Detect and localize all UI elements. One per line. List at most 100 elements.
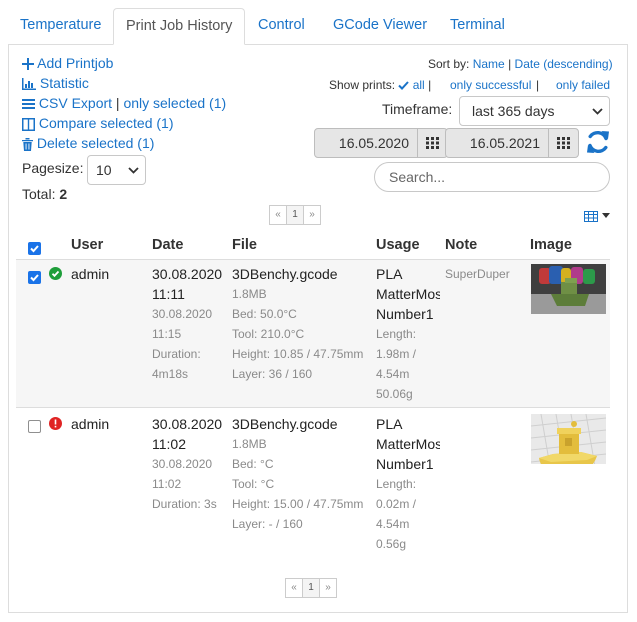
check-icon: [398, 81, 410, 91]
tool-temp: Tool: °C: [232, 477, 275, 491]
row-select-checkbox[interactable]: [28, 271, 41, 284]
tab-print-job-history[interactable]: Print Job History: [113, 8, 246, 45]
spool-name: Number1: [376, 306, 434, 322]
tab-temperature[interactable]: Temperature: [8, 8, 113, 45]
select-all-checkbox[interactable]: [28, 242, 41, 255]
tool-temp: Tool: 210.0°C: [232, 327, 305, 341]
column-header-note[interactable]: Note: [445, 237, 477, 253]
pagination-next-button[interactable]: »: [319, 578, 337, 598]
duration-label: Duration:: [152, 347, 201, 361]
column-header-image[interactable]: Image: [530, 237, 572, 253]
show-failed-link[interactable]: only failed: [556, 78, 610, 92]
csv-export-row: CSV Export | only selected (1): [22, 95, 226, 111]
timeframe-select[interactable]: last 365 days: [459, 96, 610, 126]
show-successful-link[interactable]: only successful: [450, 78, 531, 92]
weight-used: 0.56g: [376, 537, 407, 551]
date-cell: 30.08.2020 11:11 30.08.2020 11:15 Durati…: [152, 264, 222, 384]
start-time: 11:02: [152, 436, 186, 452]
column-header-usage[interactable]: Usage: [376, 237, 420, 253]
sort-by-name-link[interactable]: Name: [473, 57, 505, 71]
csv-export-button[interactable]: CSV Export: [22, 95, 116, 111]
pagesize-value: 10: [96, 162, 112, 178]
pagination-top: « 1 »: [269, 205, 321, 225]
date-from-input[interactable]: 16.05.2020: [314, 128, 418, 158]
tab-terminal[interactable]: Terminal: [438, 8, 517, 45]
columns-icon: [22, 117, 35, 131]
file-size: 1.8MB: [232, 437, 267, 451]
file-name: 3DBenchy.gcode: [232, 416, 338, 432]
sort-by-date-link[interactable]: Date (descending): [515, 57, 613, 71]
length-label: Length:: [376, 327, 417, 341]
bed-temp: Bed: °C: [232, 457, 274, 471]
calendar-icon: [557, 137, 570, 149]
bed-temp: Bed: 50.0°C: [232, 307, 297, 321]
pagination-page-button[interactable]: 1: [302, 578, 320, 598]
trash-icon: [22, 137, 33, 151]
show-all-link[interactable]: all: [398, 78, 428, 92]
date-to-input[interactable]: 16.05.2021: [445, 128, 549, 158]
success-icon: [49, 267, 62, 280]
file-name: 3DBenchy.gcode: [232, 266, 338, 282]
caret-down-icon: [601, 213, 610, 219]
delete-selected-button[interactable]: Delete selected (1): [22, 135, 154, 151]
error-icon: [49, 417, 62, 430]
pagination-prev-button[interactable]: «: [269, 205, 287, 225]
column-header-user[interactable]: User: [71, 237, 103, 253]
note-text: SuperDuper: [445, 267, 510, 281]
date-from-picker-button[interactable]: [417, 128, 448, 158]
chevron-down-icon: [592, 108, 603, 115]
row-select-checkbox[interactable]: [28, 420, 41, 433]
check-icon: [30, 245, 39, 253]
total-label: Total:: [22, 186, 56, 202]
delete-selected-label: Delete selected (1): [36, 135, 155, 151]
file-size: 1.8MB: [232, 287, 267, 301]
length-total: 4.54m: [376, 517, 410, 531]
statistic-button[interactable]: Statistic: [22, 75, 89, 91]
statistic-label: Statistic: [39, 75, 89, 91]
pagesize-select[interactable]: 10: [87, 155, 146, 185]
start-date: 30.08.2020: [152, 266, 223, 282]
tab-bar: Temperature Print Job History Control GC…: [8, 8, 628, 45]
compare-selected-button[interactable]: Compare selected (1): [22, 115, 174, 131]
print-layer: Layer: 36 / 160: [232, 367, 313, 381]
sort-label: Sort by:: [428, 57, 470, 71]
pagination-prev-button[interactable]: «: [285, 578, 303, 598]
file-cell: 3DBenchy.gcode 1.8MB Bed: °C Tool: °C He…: [232, 414, 363, 534]
check-icon: [30, 274, 39, 282]
end-time: 11:02: [152, 477, 182, 491]
tab-control[interactable]: Control: [246, 8, 317, 45]
csv-only-selected-button[interactable]: only selected (1): [123, 95, 226, 111]
column-header-date[interactable]: Date: [152, 237, 183, 253]
user-name: admin: [71, 266, 110, 282]
column-chooser-button[interactable]: [584, 207, 610, 223]
search-input[interactable]: [374, 162, 610, 192]
date-to-picker-button[interactable]: [548, 128, 579, 158]
pagination-next-button[interactable]: »: [303, 205, 321, 225]
length-total: 4.54m: [376, 367, 410, 381]
separator: |: [508, 57, 512, 71]
calendar-icon: [426, 137, 439, 149]
print-thumbnail-render[interactable]: [531, 414, 606, 464]
separator: |: [428, 78, 432, 92]
show-prints: Show prints: all |: [329, 78, 431, 92]
add-printjob-label: Add Printjob: [37, 55, 114, 71]
separator: |: [536, 78, 540, 92]
table-icon: [584, 210, 598, 222]
refresh-icon[interactable]: [585, 129, 611, 155]
column-header-file[interactable]: File: [232, 237, 257, 253]
end-time: 11:15: [152, 327, 182, 341]
csv-export-label: CSV Export: [38, 95, 113, 111]
sort-by: Sort by: Name | Date (descending): [428, 57, 613, 71]
user-name: admin: [71, 416, 110, 432]
separator: |: [115, 95, 120, 111]
vendor: MatterMos: [376, 436, 440, 452]
pagination-page-button[interactable]: 1: [286, 205, 304, 225]
print-height: Height: 10.85 / 47.75mm: [232, 347, 364, 361]
show-all-label: all: [412, 78, 425, 92]
timeframe-label: Timeframe:: [382, 101, 453, 117]
length-label: Length:: [376, 477, 417, 491]
benchy-photo: [531, 264, 606, 314]
tab-gcode-viewer[interactable]: GCode Viewer: [321, 8, 439, 45]
add-printjob-button[interactable]: Add Printjob: [22, 55, 113, 71]
print-thumbnail-photo[interactable]: [531, 264, 606, 314]
